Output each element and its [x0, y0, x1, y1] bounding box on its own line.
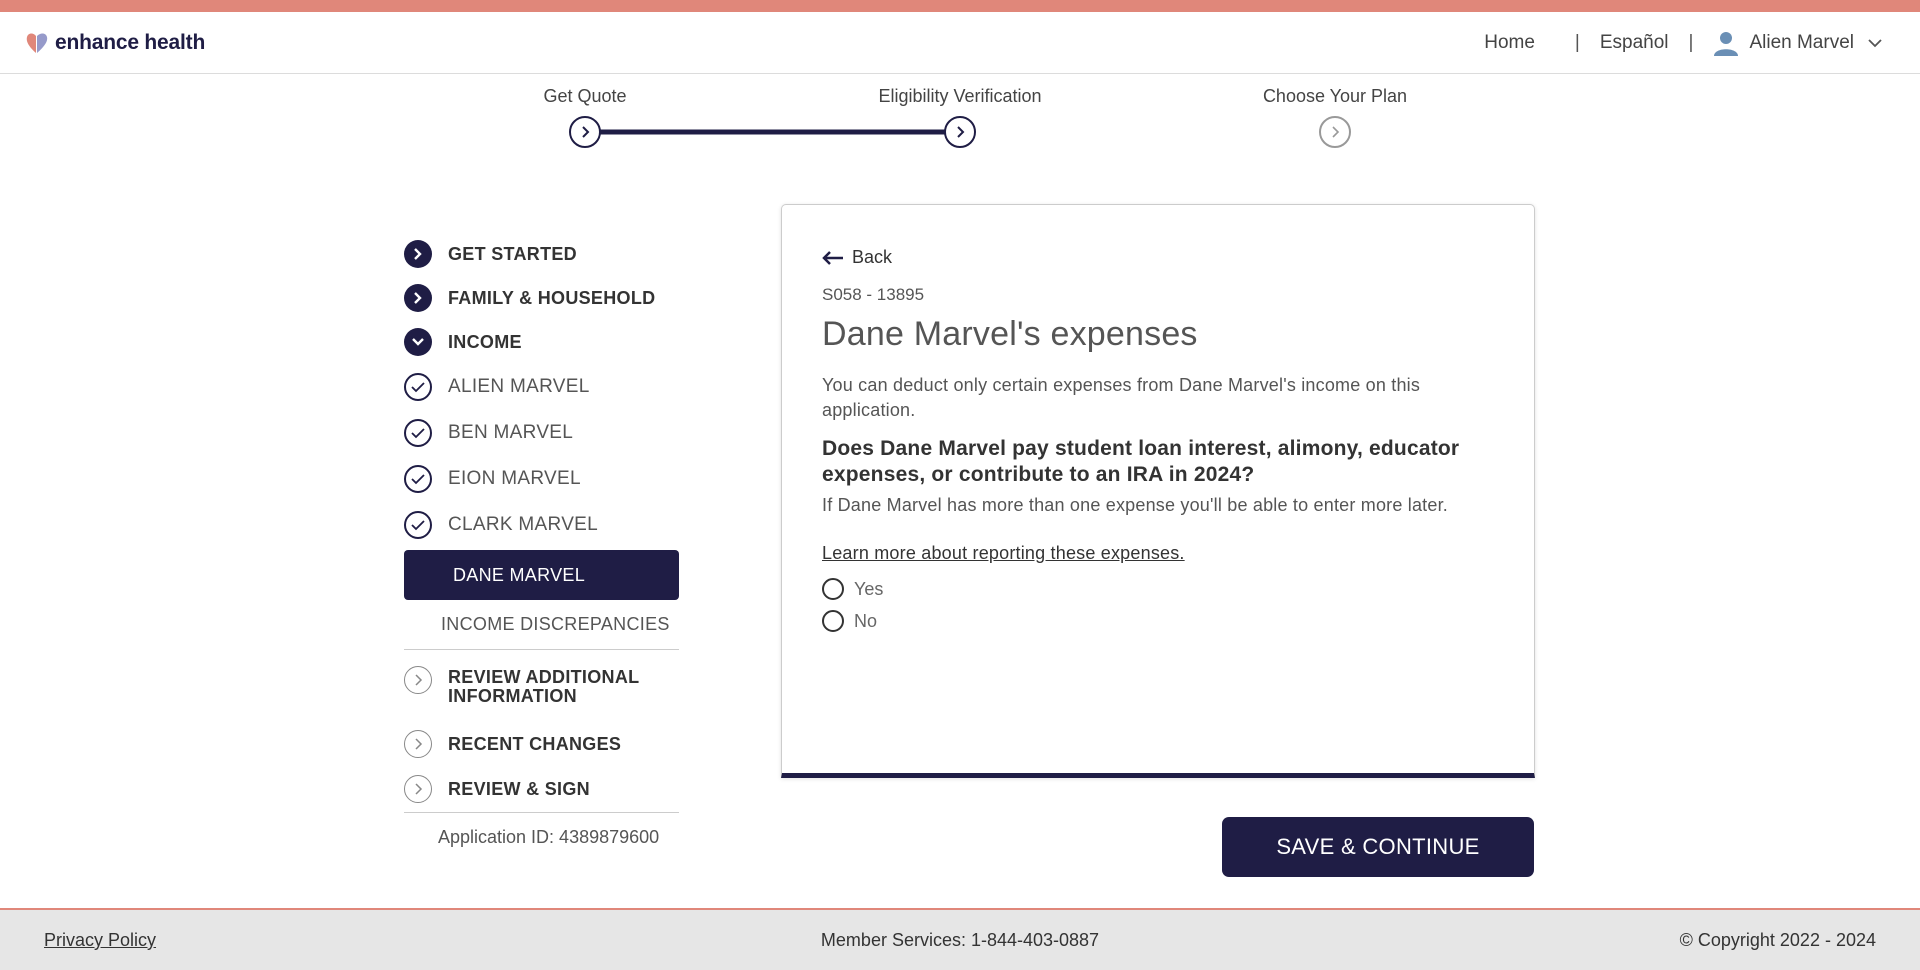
sidebar-item-label: INCOME — [448, 331, 522, 352]
sidebar-item-review-sign[interactable]: REVIEW & SIGN — [404, 766, 694, 812]
chevron-down-icon — [404, 328, 432, 356]
check-circle-icon — [404, 419, 432, 447]
step-complete-icon — [569, 116, 601, 148]
section-sidebar: GET STARTED FAMILY & HOUSEHOLD INCOME AL… — [404, 232, 694, 848]
application-id: Application ID: 4389879600 — [438, 827, 660, 847]
sidebar-item-label: REVIEW ADDITIONAL INFORMATION — [448, 667, 640, 706]
sidebar-item-label: REVIEW & SIGN — [448, 778, 590, 799]
step-upcoming-icon — [1319, 116, 1351, 148]
sidebar-item-income-discrepancies[interactable]: INCOME DISCREPANCIES — [404, 600, 679, 650]
sidebar-item-family-household[interactable]: FAMILY & HOUSEHOLD — [404, 276, 694, 320]
step-current-icon — [944, 116, 976, 148]
home-link[interactable]: Home — [1484, 32, 1535, 54]
expense-question: Does Dane Marvel pay student loan intere… — [822, 437, 1460, 486]
brand-logo[interactable]: enhance health — [24, 29, 205, 57]
radio-button[interactable] — [822, 578, 844, 600]
expenses-card: Back S058 - 13895 Dane Marvel's expenses… — [781, 204, 1535, 778]
screen-code: S058 - 13895 — [822, 285, 925, 304]
site-footer: Privacy Policy Member Services: 1-844-40… — [0, 908, 1920, 970]
card-description: You can deduct only certain expenses fro… — [822, 375, 1421, 420]
chevron-right-icon — [404, 284, 432, 312]
back-link[interactable]: Back — [822, 247, 892, 268]
chevron-right-circle-icon — [404, 666, 432, 694]
chevron-down-icon — [1868, 39, 1882, 48]
heart-logo-icon — [26, 33, 48, 53]
check-circle-icon — [404, 373, 432, 401]
radio-button[interactable] — [822, 610, 844, 632]
sidebar-item-ben-marvel[interactable]: BEN MARVEL — [404, 410, 694, 456]
sidebar-item-label: BEN MARVEL — [448, 422, 574, 443]
sidebar-item-label: GET STARTED — [448, 243, 577, 264]
arrow-left-icon — [822, 250, 843, 265]
chevron-right-circle-icon — [404, 775, 432, 803]
user-name: Alien Marvel — [1749, 32, 1854, 53]
chevron-right-icon — [404, 240, 432, 268]
sidebar-item-alien-marvel[interactable]: ALIEN MARVEL — [404, 364, 694, 410]
site-header: enhance health Home | Español | Alien Ma… — [0, 12, 1920, 74]
check-circle-icon — [404, 465, 432, 493]
save-continue-button[interactable]: SAVE & CONTINUE — [1222, 817, 1534, 877]
sidebar-item-clark-marvel[interactable]: CLARK MARVEL — [404, 502, 694, 548]
nav-separator: | — [1574, 32, 1580, 53]
radio-option-yes[interactable]: Yes — [822, 578, 883, 600]
sidebar-item-dane-marvel-active[interactable]: DANE MARVEL — [404, 550, 679, 600]
learn-more-link[interactable]: Learn more about reporting these expense… — [822, 543, 1185, 564]
user-avatar-icon — [1714, 32, 1739, 56]
sidebar-item-label: ALIEN MARVEL — [448, 376, 590, 397]
sidebar-item-review-additional[interactable]: REVIEW ADDITIONAL INFORMATION — [404, 650, 694, 722]
question-hint: If Dane Marvel has more than one expense… — [822, 495, 1448, 515]
sidebar-item-income[interactable]: INCOME — [404, 320, 694, 364]
page-title: Dane Marvel's expenses — [822, 315, 1198, 353]
member-services: Member Services: 1-844-403-0887 — [820, 930, 1100, 950]
brand-name: enhance health — [55, 31, 206, 54]
top-accent-stripe — [0, 0, 1920, 12]
chevron-right-circle-icon — [404, 730, 432, 758]
progress-stepper: Get Quote Eligibility Verification Choos… — [0, 74, 1920, 164]
sidebar-item-eion-marvel[interactable]: EION MARVEL — [404, 456, 694, 502]
sidebar-item-label: RECENT CHANGES — [448, 733, 622, 754]
copyright: © Copyright 2022 - 2024 — [1679, 930, 1876, 950]
language-link[interactable]: Español — [1600, 32, 1669, 54]
user-menu[interactable]: Alien Marvel — [1713, 30, 1884, 56]
radio-label: Yes — [854, 578, 884, 599]
radio-label: No — [854, 610, 878, 631]
sidebar-divider — [404, 812, 679, 813]
sidebar-item-label: FAMILY & HOUSEHOLD — [448, 287, 656, 308]
back-label: Back — [852, 247, 893, 267]
sidebar-item-label: EION MARVEL — [448, 468, 581, 489]
sidebar-item-get-started[interactable]: GET STARTED — [404, 232, 694, 276]
sidebar-item-label: CLARK MARVEL — [448, 514, 599, 535]
radio-option-no[interactable]: No — [822, 610, 877, 632]
check-circle-icon — [404, 511, 432, 539]
top-nav: Home | Español | Alien Marvel — [1484, 30, 1884, 56]
privacy-policy-link[interactable]: Privacy Policy — [44, 930, 156, 951]
sidebar-item-recent-changes[interactable]: RECENT CHANGES — [404, 722, 694, 766]
nav-separator: | — [1688, 32, 1694, 53]
